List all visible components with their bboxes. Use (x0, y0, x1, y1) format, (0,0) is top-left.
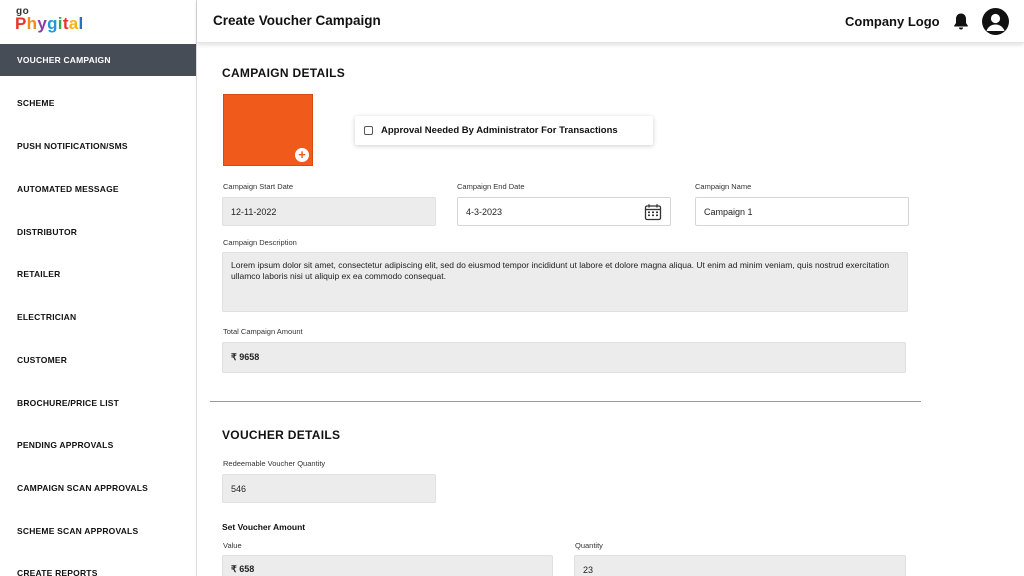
value-field[interactable]: ₹ 658 (222, 555, 553, 576)
approval-checkbox-card[interactable]: Approval Needed By Administrator For Tra… (355, 116, 653, 145)
sidebar-item-label: RETAILER (17, 269, 61, 279)
campaign-name-field[interactable]: Campaign 1 (695, 197, 909, 226)
description-label: Campaign Description (223, 238, 297, 247)
page-title: Create Voucher Campaign (213, 13, 381, 28)
sidebar: go Phygital VOUCHER CAMPAIGN SCHEME PUSH… (0, 0, 197, 576)
brand-letter: l (78, 14, 84, 33)
sidebar-item-scheme-scan-approvals[interactable]: SCHEME SCAN APPROVALS (0, 515, 196, 547)
sidebar-item-automated-message[interactable]: AUTOMATED MESSAGE (0, 173, 196, 205)
sidebar-item-label: SCHEME SCAN APPROVALS (17, 526, 139, 536)
brand-letter: P (15, 14, 27, 33)
brand-letter: h (26, 14, 38, 33)
quantity-label: Quantity (575, 541, 603, 550)
approval-checkbox[interactable] (364, 126, 373, 135)
campaign-name-value: Campaign 1 (704, 206, 753, 217)
section-divider (210, 401, 921, 402)
brand-logo-word: Phygital (15, 14, 84, 34)
value-label: Value (223, 541, 242, 550)
sidebar-item-campaign-scan-approvals[interactable]: CAMPAIGN SCAN APPROVALS (0, 472, 196, 504)
sidebar-item-label: SCHEME (17, 98, 55, 108)
end-date-field[interactable]: 4-3-2023 (457, 197, 671, 226)
sidebar-item-label: PUSH NOTIFICATION/SMS (17, 141, 128, 151)
brand-letter: g (47, 14, 58, 33)
sidebar-item-voucher-campaign[interactable]: VOUCHER CAMPAIGN (0, 44, 196, 76)
voucher-qty-value: 546 (231, 483, 247, 494)
sidebar-item-create-reports[interactable]: CREATE REPORTS (0, 557, 196, 576)
sidebar-item-label: BROCHURE/PRICE LIST (17, 398, 120, 408)
end-date-label: Campaign End Date (457, 182, 525, 191)
sidebar-item-push-notification[interactable]: PUSH NOTIFICATION/SMS (0, 130, 196, 162)
brand-letter: y (37, 14, 48, 33)
quantity-field[interactable]: 23 (574, 555, 906, 576)
sidebar-item-label: AUTOMATED MESSAGE (17, 184, 119, 194)
voucher-details-title: VOUCHER DETAILS (222, 428, 341, 442)
quantity-value: 23 (583, 564, 594, 575)
sidebar-item-retailer[interactable]: RETAILER (0, 258, 196, 290)
campaign-details-title: CAMPAIGN DETAILS (222, 66, 346, 80)
main-content: CAMPAIGN DETAILS + Approval Needed By Ad… (198, 44, 1024, 576)
sidebar-item-pending-approvals[interactable]: PENDING APPROVALS (0, 429, 196, 461)
campaign-image-upload[interactable]: + (223, 94, 313, 166)
brand-letter: a (68, 14, 79, 33)
app-root: go Phygital VOUCHER CAMPAIGN SCHEME PUSH… (0, 0, 1024, 576)
set-voucher-amount-title: Set Voucher Amount (222, 522, 306, 532)
top-header: Create Voucher Campaign Company Logo (197, 0, 1024, 43)
sidebar-item-label: PENDING APPROVALS (17, 440, 114, 450)
sidebar-item-label: DISTRIBUTOR (17, 227, 78, 237)
sidebar-item-scheme[interactable]: SCHEME (0, 87, 196, 119)
sidebar-item-label: CREATE REPORTS (17, 568, 98, 576)
user-avatar-icon[interactable] (982, 8, 1009, 35)
add-image-icon[interactable]: + (295, 148, 309, 162)
approval-checkbox-label: Approval Needed By Administrator For Tra… (381, 125, 618, 136)
bell-icon[interactable] (952, 12, 970, 31)
company-logo[interactable]: Company Logo (845, 14, 940, 29)
sidebar-item-label: CAMPAIGN SCAN APPROVALS (17, 483, 149, 493)
value-value: ₹ 658 (231, 564, 255, 574)
end-date-value: 4-3-2023 (466, 206, 503, 217)
sidebar-item-label: ELECTRICIAN (17, 312, 77, 322)
sidebar-item-label: VOUCHER CAMPAIGN (17, 55, 111, 65)
voucher-qty-label: Redeemable Voucher Quantity (223, 459, 326, 468)
start-date-label: Campaign Start Date (223, 182, 294, 191)
calendar-icon[interactable] (644, 203, 662, 221)
description-field[interactable]: Lorem ipsum dolor sit amet, consectetur … (222, 252, 908, 312)
sidebar-item-customer[interactable]: CUSTOMER (0, 344, 196, 376)
total-amount-label: Total Campaign Amount (223, 327, 303, 336)
sidebar-item-electrician[interactable]: ELECTRICIAN (0, 301, 196, 333)
start-date-value: 12-11-2022 (231, 206, 277, 217)
total-amount-field[interactable]: ₹ 9658 (222, 342, 906, 373)
sidebar-item-distributor[interactable]: DISTRIBUTOR (0, 216, 196, 248)
total-amount-value: ₹ 9658 (231, 352, 260, 362)
sidebar-item-brochure[interactable]: BROCHURE/PRICE LIST (0, 387, 196, 419)
brand-logo[interactable]: go Phygital (15, 6, 95, 38)
voucher-qty-field[interactable]: 546 (222, 474, 436, 503)
campaign-name-label: Campaign Name (695, 182, 752, 191)
sidebar-item-label: CUSTOMER (17, 355, 68, 365)
start-date-field[interactable]: 12-11-2022 (222, 197, 436, 226)
